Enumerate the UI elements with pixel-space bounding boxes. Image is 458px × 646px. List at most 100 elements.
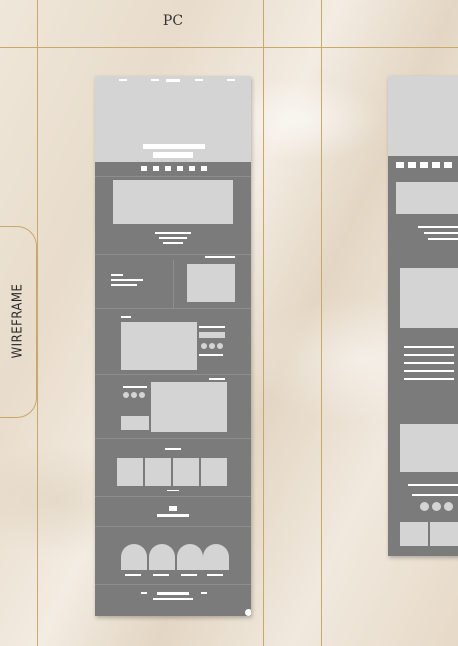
thumb-circle[interactable] [131, 392, 137, 398]
gallery-image[interactable] [173, 458, 199, 486]
arch-image[interactable] [121, 544, 147, 570]
strip-icon [432, 162, 440, 168]
divider [173, 260, 174, 308]
thumb-circle[interactable] [209, 343, 215, 349]
divider [95, 526, 251, 527]
arch-image[interactable] [149, 544, 175, 570]
text-line [199, 326, 225, 328]
arch-image[interactable] [203, 544, 229, 570]
gallery-image[interactable] [145, 458, 171, 486]
guide-line-right [321, 0, 322, 646]
gallery-image[interactable] [201, 458, 227, 486]
thumb-circle[interactable] [420, 502, 429, 511]
text-line [404, 370, 454, 372]
text-line [155, 232, 191, 234]
strip-icon [420, 162, 428, 168]
carousel-image [121, 322, 197, 370]
section-image [113, 180, 233, 224]
strip-icon [396, 162, 404, 168]
strip-icon [444, 162, 452, 168]
guide-line-mid [263, 0, 264, 646]
section-image [187, 264, 235, 302]
strip-icon [141, 166, 147, 171]
divider [95, 584, 251, 585]
info-box [121, 416, 149, 430]
text-line [404, 362, 454, 364]
gallery-image[interactable] [400, 522, 428, 546]
thumb-circle[interactable] [217, 343, 223, 349]
guide-line-left [37, 0, 38, 646]
text-line [111, 284, 137, 286]
text-line [412, 494, 458, 496]
icon-block [169, 506, 177, 511]
nav-item[interactable] [195, 79, 203, 81]
text-line [153, 574, 169, 576]
thumb-circle[interactable] [432, 502, 441, 511]
text-line [205, 256, 235, 258]
divider [95, 374, 251, 375]
text-line [428, 238, 458, 240]
text-line [199, 354, 223, 356]
text-line [121, 316, 131, 318]
nav-logo [166, 79, 180, 82]
text-line [207, 574, 223, 576]
divider [95, 438, 251, 439]
guide-line-top [0, 47, 458, 48]
nav-item[interactable] [227, 79, 235, 81]
hero-button[interactable] [153, 152, 193, 158]
carousel-image [151, 382, 227, 432]
gallery-image[interactable] [430, 522, 458, 546]
text-line [157, 514, 189, 517]
thumb-circle[interactable] [139, 392, 145, 398]
text-line [404, 378, 454, 380]
thumb-circle[interactable] [123, 392, 129, 398]
divider [95, 176, 251, 177]
text-line [424, 232, 458, 234]
text-line [404, 354, 454, 356]
hero-image [95, 76, 251, 162]
text-line [125, 574, 141, 576]
pc-label: PC [162, 13, 184, 29]
nav-item[interactable] [119, 79, 127, 81]
pc-wireframe[interactable] [95, 76, 251, 616]
text-line [111, 279, 143, 281]
divider [95, 254, 251, 255]
thumb-circle[interactable] [444, 502, 453, 511]
wireframe-tab-label: WIREFRAME [10, 283, 26, 359]
text-line [404, 346, 454, 348]
gallery-image[interactable] [117, 458, 143, 486]
text-line [209, 378, 225, 380]
sp-wireframe[interactable] [388, 76, 458, 556]
section-image [400, 424, 458, 472]
arch-image[interactable] [177, 544, 203, 570]
scroll-top-icon[interactable] [245, 609, 251, 616]
strip-icon [189, 166, 195, 171]
text-line [159, 237, 187, 239]
section-image [400, 268, 458, 328]
text-line [123, 386, 147, 388]
hero-image [388, 76, 458, 156]
section-image [396, 182, 458, 214]
strip-icon [408, 162, 416, 168]
text-line [408, 484, 458, 486]
strip-icon [153, 166, 159, 171]
text-line [418, 226, 458, 228]
text-line [163, 242, 183, 244]
text-line [167, 490, 179, 491]
hero-title-bar [143, 144, 205, 149]
divider [95, 308, 251, 309]
divider [95, 496, 251, 497]
nav-item[interactable] [151, 79, 159, 81]
footer-link[interactable] [141, 592, 147, 594]
strip-icon [201, 166, 207, 171]
text-line [165, 448, 181, 450]
info-box [199, 332, 225, 338]
strip-icon [177, 166, 183, 171]
text-line [181, 574, 197, 576]
footer-logo [157, 592, 189, 595]
thumb-circle[interactable] [201, 343, 207, 349]
strip-icon [165, 166, 171, 171]
text-line [153, 598, 193, 600]
footer-link[interactable] [201, 592, 207, 594]
text-line [111, 274, 123, 276]
